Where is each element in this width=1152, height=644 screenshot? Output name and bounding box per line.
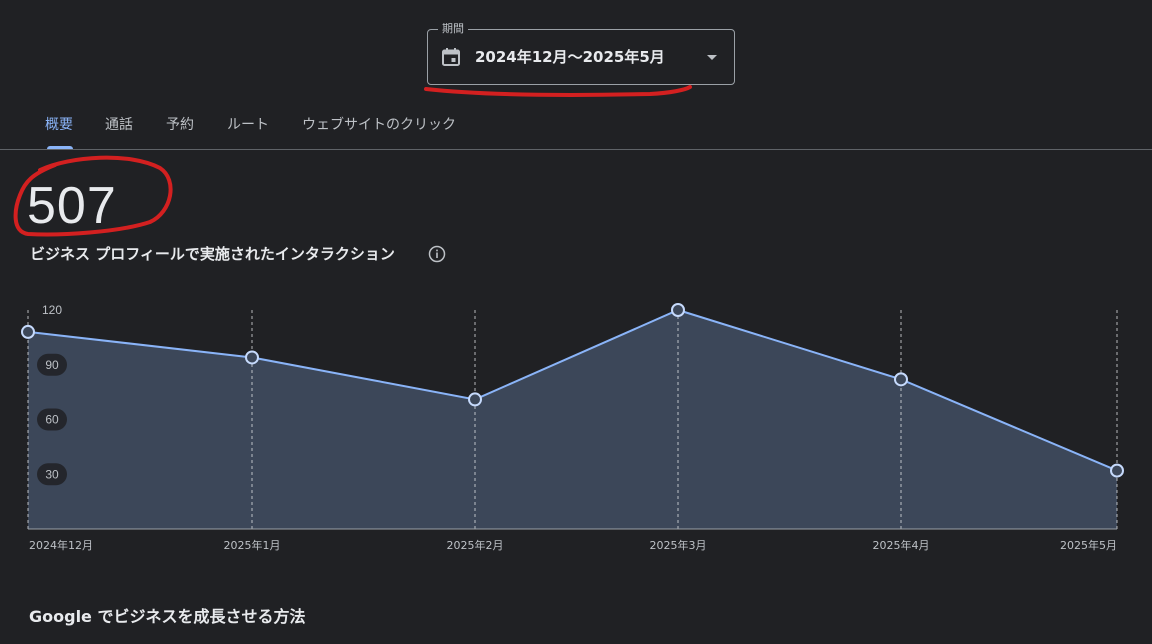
chevron-down-icon[interactable] [706,54,718,62]
x-tick-label-3: 2025年3月 [650,538,707,552]
data-point-5 [1110,463,1124,478]
total-interactions-label: ビジネス プロフィールで実施されたインタラクション [30,245,395,263]
period-legend: 期間 [438,22,468,36]
y-tick-label-120: 120 [42,303,62,317]
x-tick-label-1: 2025年1月 [224,538,281,552]
y-tick-label-90: 90 [45,358,59,372]
data-point-4 [894,372,908,387]
period-select[interactable]: 期間 2024年12月〜2025年5月 [427,22,735,85]
insights-page: 期間 2024年12月〜2025年5月 概要 通話 予約 ルート ウェブサイトの… [0,0,1152,644]
tab-calls[interactable]: 通話 [105,110,133,140]
tab-overview[interactable]: 概要 [45,110,73,140]
data-point-3 [671,303,685,317]
chart-area [28,310,1117,529]
tab-bookings[interactable]: 予約 [166,110,194,140]
y-tick-label-30: 30 [45,467,59,481]
data-point-1 [245,350,259,365]
annotation-underline [424,85,692,97]
y-tick-label-60: 60 [45,413,59,427]
growth-section-heading: Google でビジネスを成長させる方法 [29,607,306,626]
total-interactions-value: 507 [27,177,117,235]
x-tick-label-4: 2025年4月 [873,538,930,552]
tab-website-clicks[interactable]: ウェブサイトのクリック [302,110,456,140]
tab-directions[interactable]: ルート [227,110,269,140]
period-value: 2024年12月〜2025年5月 [475,48,665,66]
calendar-icon [442,48,460,66]
data-point-0 [21,324,35,339]
data-point-2 [468,392,482,407]
x-tick-label-5: 2025年5月 [1060,538,1117,552]
tabs-divider [0,149,1152,150]
info-icon[interactable] [428,245,446,263]
x-tick-label-2: 2025年2月 [447,538,504,552]
x-tick-label-0: 2024年12月 [29,538,93,552]
interactions-chart: 120 90 60 30 2024年12月 2025年1月 2025年2月 2025年3月 20… [21,303,1124,552]
